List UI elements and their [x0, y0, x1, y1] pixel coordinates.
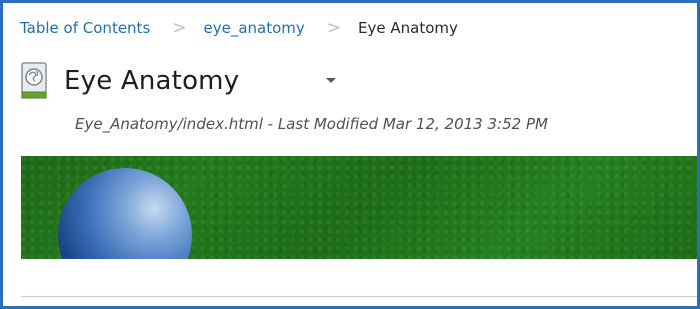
- breadcrumb-current: Eye Anatomy: [358, 19, 458, 37]
- content-banner-image: [21, 156, 697, 259]
- last-modified-text: Eye_Anatomy/index.html - Last Modified M…: [75, 115, 548, 133]
- breadcrumb-separator-icon: >: [172, 18, 187, 38]
- blue-sphere-graphic: [58, 168, 192, 259]
- title-row: Eye Anatomy: [20, 61, 341, 101]
- breadcrumb-separator-icon: >: [326, 18, 342, 38]
- content-frame: Table of Contents > eye_anatomy > Eye An…: [0, 0, 700, 309]
- web-page-icon: [20, 61, 50, 101]
- breadcrumb-link-table-of-contents[interactable]: Table of Contents: [20, 18, 150, 38]
- breadcrumb-link-eye-anatomy[interactable]: eye_anatomy: [204, 18, 305, 38]
- page-title: Eye Anatomy: [64, 66, 240, 96]
- title-menu-button[interactable]: [321, 71, 341, 91]
- breadcrumb: Table of Contents > eye_anatomy > Eye An…: [20, 18, 458, 38]
- chevron-down-icon: [326, 78, 337, 83]
- divider: [21, 296, 697, 297]
